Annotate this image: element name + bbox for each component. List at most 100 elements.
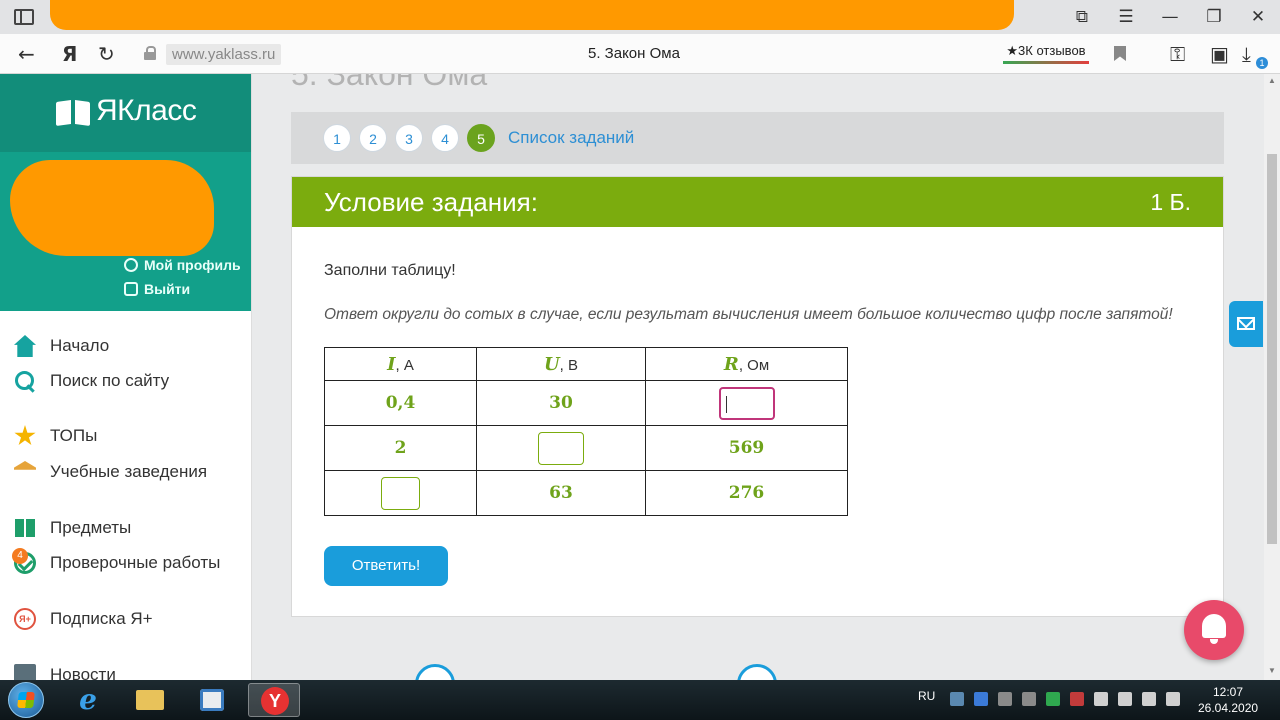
profile-icon — [124, 258, 138, 272]
shield-tray-icon[interactable] — [1046, 692, 1060, 706]
page-scrollbar[interactable]: ▲ ▼ — [1264, 74, 1280, 680]
network-tray-icon[interactable] — [1118, 692, 1132, 706]
minimize-icon[interactable]: — — [1148, 7, 1192, 27]
sidebar-item-label: Проверочные работы — [50, 553, 221, 572]
sidebar-item-home[interactable]: Начало — [14, 331, 109, 361]
volume-tray-icon[interactable] — [1166, 692, 1180, 706]
input-language[interactable]: RU — [918, 689, 935, 703]
bell-icon — [1202, 614, 1226, 644]
table-cell — [645, 380, 848, 426]
page-heading: 5. Закон Ома — [291, 74, 488, 92]
sidebar-item-subjects[interactable]: Предметы — [14, 513, 131, 543]
yandex-icon[interactable]: Я — [62, 42, 77, 66]
steam-tray-icon[interactable] — [950, 692, 964, 706]
sidebar-item-tops[interactable]: ТОПы — [14, 421, 97, 451]
table-row: 0,4 30 — [324, 380, 848, 426]
clock-time: 12:07 — [1212, 685, 1244, 699]
step-1[interactable]: 1 — [323, 124, 351, 152]
my-profile-label: Мой профиль — [144, 257, 241, 273]
sidebar-item-news[interactable]: Новости — [14, 660, 116, 680]
reviews-button[interactable]: ★3К отзывов — [1003, 42, 1089, 64]
news-icon — [14, 664, 36, 680]
explorer-taskbar-icon[interactable] — [124, 683, 176, 717]
logout-label: Выйти — [144, 281, 191, 297]
task-prompt: Заполни таблицу! — [324, 262, 456, 279]
header-voltage: U, В — [476, 347, 646, 381]
table-cell: 63 — [476, 470, 646, 516]
reload-icon[interactable]: ↻ — [98, 42, 115, 66]
menu-icon[interactable]: ☰ — [1104, 7, 1148, 27]
protect-icon[interactable]: ⚿ — [1170, 42, 1185, 66]
var-symbol: U — [543, 353, 560, 375]
address-bar: ← Я ↻ www.yaklass.ru 5. Закон Ома ★3К от… — [0, 34, 1280, 74]
downloads-badge: 1 — [1256, 57, 1268, 69]
dropbox-tray-icon[interactable] — [974, 692, 988, 706]
step-5-active[interactable]: 5 — [467, 124, 495, 152]
step-4[interactable]: 4 — [431, 124, 459, 152]
step-3[interactable]: 3 — [395, 124, 423, 152]
windows-taskbar: e RU 12:07 26.04.2020 — [0, 680, 1280, 720]
sidebar-item-search[interactable]: Поиск по сайту — [14, 366, 169, 396]
sidebar-item-subscription[interactable]: Я+ Подписка Я+ — [14, 604, 153, 634]
yandex-browser-taskbar-icon[interactable] — [248, 683, 300, 717]
scroll-down-icon[interactable]: ▼ — [1268, 666, 1276, 675]
sidebar-item-label: Начало — [50, 336, 110, 355]
downloads-icon[interactable]: ⤓ — [1242, 42, 1251, 66]
extension-icon[interactable]: ▣ — [1210, 42, 1229, 66]
unit-label: , А — [395, 356, 414, 374]
table-cell: 276 — [645, 470, 848, 516]
flag-tray-icon[interactable] — [1142, 692, 1156, 706]
scroll-up-icon[interactable]: ▲ — [1268, 76, 1276, 85]
next-nav-icon[interactable] — [737, 664, 777, 680]
ie-taskbar-icon[interactable]: e — [62, 683, 114, 717]
sidebar-item-schools[interactable]: Учебные заведения — [14, 457, 207, 487]
tray-icon[interactable] — [1022, 692, 1036, 706]
search-icon — [14, 370, 36, 392]
my-profile-link[interactable]: Мой профиль — [124, 257, 241, 273]
resistance-answer-input[interactable] — [718, 386, 775, 420]
var-symbol: I — [387, 353, 396, 375]
restore-icon[interactable]: ❐ — [1192, 7, 1236, 27]
logout-link[interactable]: Выйти — [124, 281, 190, 297]
sidebar-item-tests[interactable]: Проверочные работы — [14, 548, 220, 578]
sidebar-item-label: Поиск по сайту — [50, 371, 170, 390]
browser-tab-bar: ⧉ ☰ — ❐ ✕ — [0, 0, 1280, 34]
system-clock[interactable]: 12:07 26.04.2020 — [1198, 684, 1258, 716]
media-player-taskbar-icon[interactable] — [186, 683, 238, 717]
bookmark-icon[interactable] — [1114, 46, 1126, 61]
brand-header[interactable]: ЯКласс — [0, 74, 251, 152]
feedback-tab[interactable] — [1229, 301, 1263, 347]
var-symbol: R — [723, 353, 739, 375]
sidebar-item-label: Учебные заведения — [50, 462, 208, 481]
submit-answer-button[interactable]: Ответить! — [324, 546, 448, 586]
window-controls: ⧉ ☰ — ❐ ✕ — [1060, 0, 1280, 34]
tray-icon[interactable] — [998, 692, 1012, 706]
step-2[interactable]: 2 — [359, 124, 387, 152]
main-content: 5. Закон Ома 1 2 3 4 5 Список заданий Ус… — [253, 74, 1264, 680]
sidebar: ЯКласс Мой профиль Выйти Начало Поиск по… — [0, 74, 252, 680]
bookmarks-panel-icon[interactable]: ⧉ — [1060, 7, 1104, 27]
logout-icon — [124, 282, 138, 296]
browser-sidebar-icon[interactable] — [14, 9, 34, 25]
prev-nav-icon[interactable] — [415, 664, 455, 680]
scroll-thumb[interactable] — [1267, 154, 1277, 544]
plus-subscription-icon: Я+ — [14, 608, 36, 630]
close-icon[interactable]: ✕ — [1236, 7, 1280, 27]
table-row: 63 276 — [324, 470, 848, 516]
tray-icon[interactable] — [1070, 692, 1084, 706]
tray-icon[interactable] — [1094, 692, 1108, 706]
url-field[interactable]: www.yaklass.ru — [140, 42, 285, 66]
current-answer-input[interactable] — [381, 476, 420, 510]
start-button[interactable] — [8, 682, 44, 718]
task-list-link[interactable]: Список заданий — [508, 128, 634, 148]
notifications-button[interactable] — [1184, 600, 1244, 660]
lock-icon — [144, 46, 156, 60]
voltage-answer-input[interactable] — [538, 431, 584, 465]
url-text: www.yaklass.ru — [166, 44, 282, 65]
table-cell: 30 — [476, 380, 646, 426]
back-icon[interactable]: ← — [18, 42, 35, 66]
sidebar-item-label: ТОПы — [50, 426, 98, 445]
redacted-user-info — [10, 160, 214, 256]
task-condition-title: Условие задания: — [324, 187, 538, 217]
home-icon — [14, 335, 36, 357]
